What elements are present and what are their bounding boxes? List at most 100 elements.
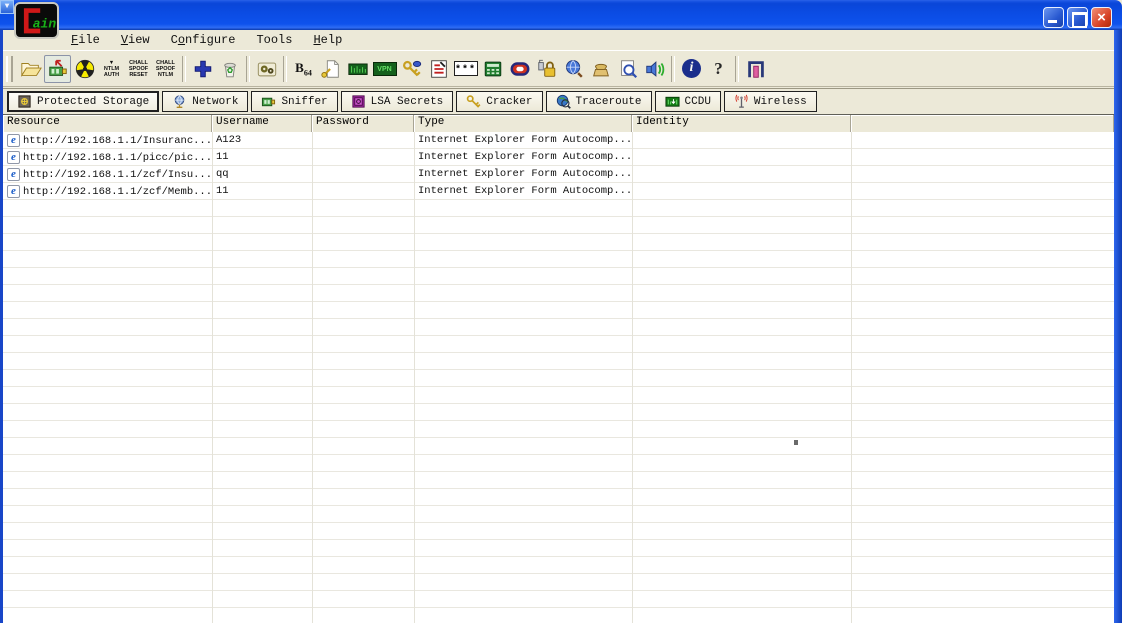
internet-explorer-icon: e (7, 185, 20, 198)
rsa-token-button[interactable] (506, 55, 533, 83)
resource-cell: http://192.168.1.1/zcf/Insu... (23, 169, 212, 181)
tab-sniffer[interactable]: Sniffer (251, 91, 337, 112)
about-button[interactable]: i (678, 55, 705, 83)
configure-dialog-button[interactable] (253, 55, 280, 83)
syskey-decoder-button[interactable] (533, 55, 560, 83)
menu-bar: File View Configure Tools Help (3, 30, 1114, 50)
add-item-button[interactable] (189, 55, 216, 83)
vpn-icon: VPN (373, 62, 397, 76)
minimize-button[interactable] (1043, 7, 1064, 28)
modem-button[interactable] (587, 55, 614, 83)
tab-network[interactable]: Network (162, 91, 248, 112)
network-enumerator-button[interactable] (560, 55, 587, 83)
toolbar-gripper[interactable] (6, 56, 13, 82)
credential-file-button[interactable] (425, 55, 452, 83)
wireless-keys-button[interactable] (398, 55, 425, 83)
close-button[interactable]: × (1091, 7, 1112, 28)
window-controls: × (1043, 7, 1112, 28)
table-row[interactable]: ehttp://192.168.1.1/picc/pic... 11 Inter… (3, 149, 1114, 166)
start-sniffer-button[interactable] (44, 55, 71, 83)
password-reveal-button[interactable]: *** (452, 55, 479, 83)
column-header-blank[interactable] (851, 115, 1114, 132)
remove-item-button[interactable] (216, 55, 243, 83)
tab-label: Network (192, 96, 238, 108)
password-cell (312, 149, 414, 166)
resource-cell: http://192.168.1.1/Insuranc... (23, 135, 212, 147)
column-header-identity[interactable]: Identity (632, 115, 851, 132)
column-header-password[interactable]: Password (312, 115, 414, 132)
hash-calculator-button[interactable] (344, 55, 371, 83)
table-body: ehttp://192.168.1.1/Insuranc... A123 Int… (3, 132, 1114, 623)
base64-decoder-button[interactable]: B64 (290, 55, 317, 83)
purple-safe-icon (351, 94, 366, 109)
username-cell: 11 (212, 183, 312, 200)
base64-icon: B64 (295, 60, 312, 78)
username-cell: 11 (212, 149, 312, 166)
toolbar-separator (735, 56, 739, 82)
tab-label: Protected Storage (37, 96, 149, 108)
token-icon (509, 58, 531, 80)
toolbar-separator (182, 56, 186, 82)
window-border-right (1114, 30, 1122, 623)
internet-explorer-icon: e (7, 151, 20, 164)
tab-cracker[interactable]: Cracker (456, 91, 542, 112)
tab-traceroute[interactable]: Traceroute (546, 91, 652, 112)
menu-file[interactable]: File (68, 32, 103, 48)
table-row[interactable]: ehttp://192.168.1.1/Insuranc... A123 Int… (3, 132, 1114, 149)
grid-vline (851, 132, 852, 623)
logo-text: ain (33, 16, 57, 31)
menu-help[interactable]: Help (310, 32, 345, 48)
password-cell (312, 183, 414, 200)
route-report-button[interactable] (614, 55, 641, 83)
open-file-button[interactable] (17, 55, 44, 83)
ntlm-auth-button[interactable]: ▼ NTLM AUTH (98, 55, 125, 83)
chall-spoof-reset-text-icon: CHALL SPOOF RESET (125, 60, 152, 78)
column-header-type[interactable]: Type (414, 115, 632, 132)
column-header-username[interactable]: Username (212, 115, 312, 132)
tab-protected-storage[interactable]: Protected Storage (7, 91, 159, 112)
tab-label: Sniffer (281, 96, 327, 108)
chall-spoof-reset-button[interactable]: CHALL SPOOF RESET (125, 55, 152, 83)
corner-collapse-widget[interactable]: ▼ (0, 0, 14, 14)
gears-box-icon (256, 58, 278, 80)
chall-spoof-ntlm-button[interactable]: CHALL SPOOF NTLM (152, 55, 179, 83)
menu-view[interactable]: View (118, 32, 153, 48)
grid-vline (632, 132, 633, 623)
cain-logo-art: ain (16, 4, 57, 38)
vpn-decoder-button[interactable]: VPN (371, 55, 398, 83)
blank-cell (851, 183, 1114, 200)
telephone-icon (590, 58, 612, 80)
tab-lsa-secrets[interactable]: LSA Secrets (341, 91, 454, 112)
marked-document-icon (428, 58, 450, 80)
cisco-password-decoder-button[interactable] (317, 55, 344, 83)
calculator-button[interactable] (479, 55, 506, 83)
wireless-broadcast-button[interactable] (641, 55, 668, 83)
blank-cell (851, 149, 1114, 166)
question-mark-icon: ? (714, 59, 723, 79)
table-row[interactable]: ehttp://192.168.1.1/zcf/Insu... qq Inter… (3, 166, 1114, 183)
menu-tools[interactable]: Tools (253, 32, 295, 48)
table-row[interactable]: ehttp://192.168.1.1/zcf/Memb... 11 Inter… (3, 183, 1114, 200)
key-tag-icon (401, 58, 423, 80)
tab-label: Cracker (486, 96, 532, 108)
blank-cell (851, 132, 1114, 149)
tab-ccdu[interactable]: CCDU (655, 91, 721, 112)
username-cell: A123 (212, 132, 312, 149)
table-header: Resource Username Password Type Identity (3, 115, 1114, 132)
green-chart-icon (665, 94, 680, 109)
earth-magnifier-icon (556, 94, 571, 109)
antenna-icon (734, 94, 749, 109)
close-icon: × (1092, 8, 1111, 27)
apr-poisoning-button[interactable] (71, 55, 98, 83)
maximize-button[interactable] (1067, 7, 1088, 28)
exit-button[interactable] (742, 55, 769, 83)
title-bar[interactable] (0, 0, 1122, 30)
main-toolbar: ▼ NTLM AUTH CHALL SPOOF RESET CHALL SPOO… (3, 50, 1114, 87)
column-header-resource[interactable]: Resource (3, 115, 212, 132)
menu-configure[interactable]: Configure (168, 32, 239, 48)
type-cell: Internet Explorer Form Autocomp... (414, 132, 632, 149)
help-button[interactable]: ? (705, 55, 732, 83)
type-cell: Internet Explorer Form Autocomp... (414, 166, 632, 183)
tab-label: CCDU (685, 96, 711, 108)
tab-wireless[interactable]: Wireless (724, 91, 817, 112)
